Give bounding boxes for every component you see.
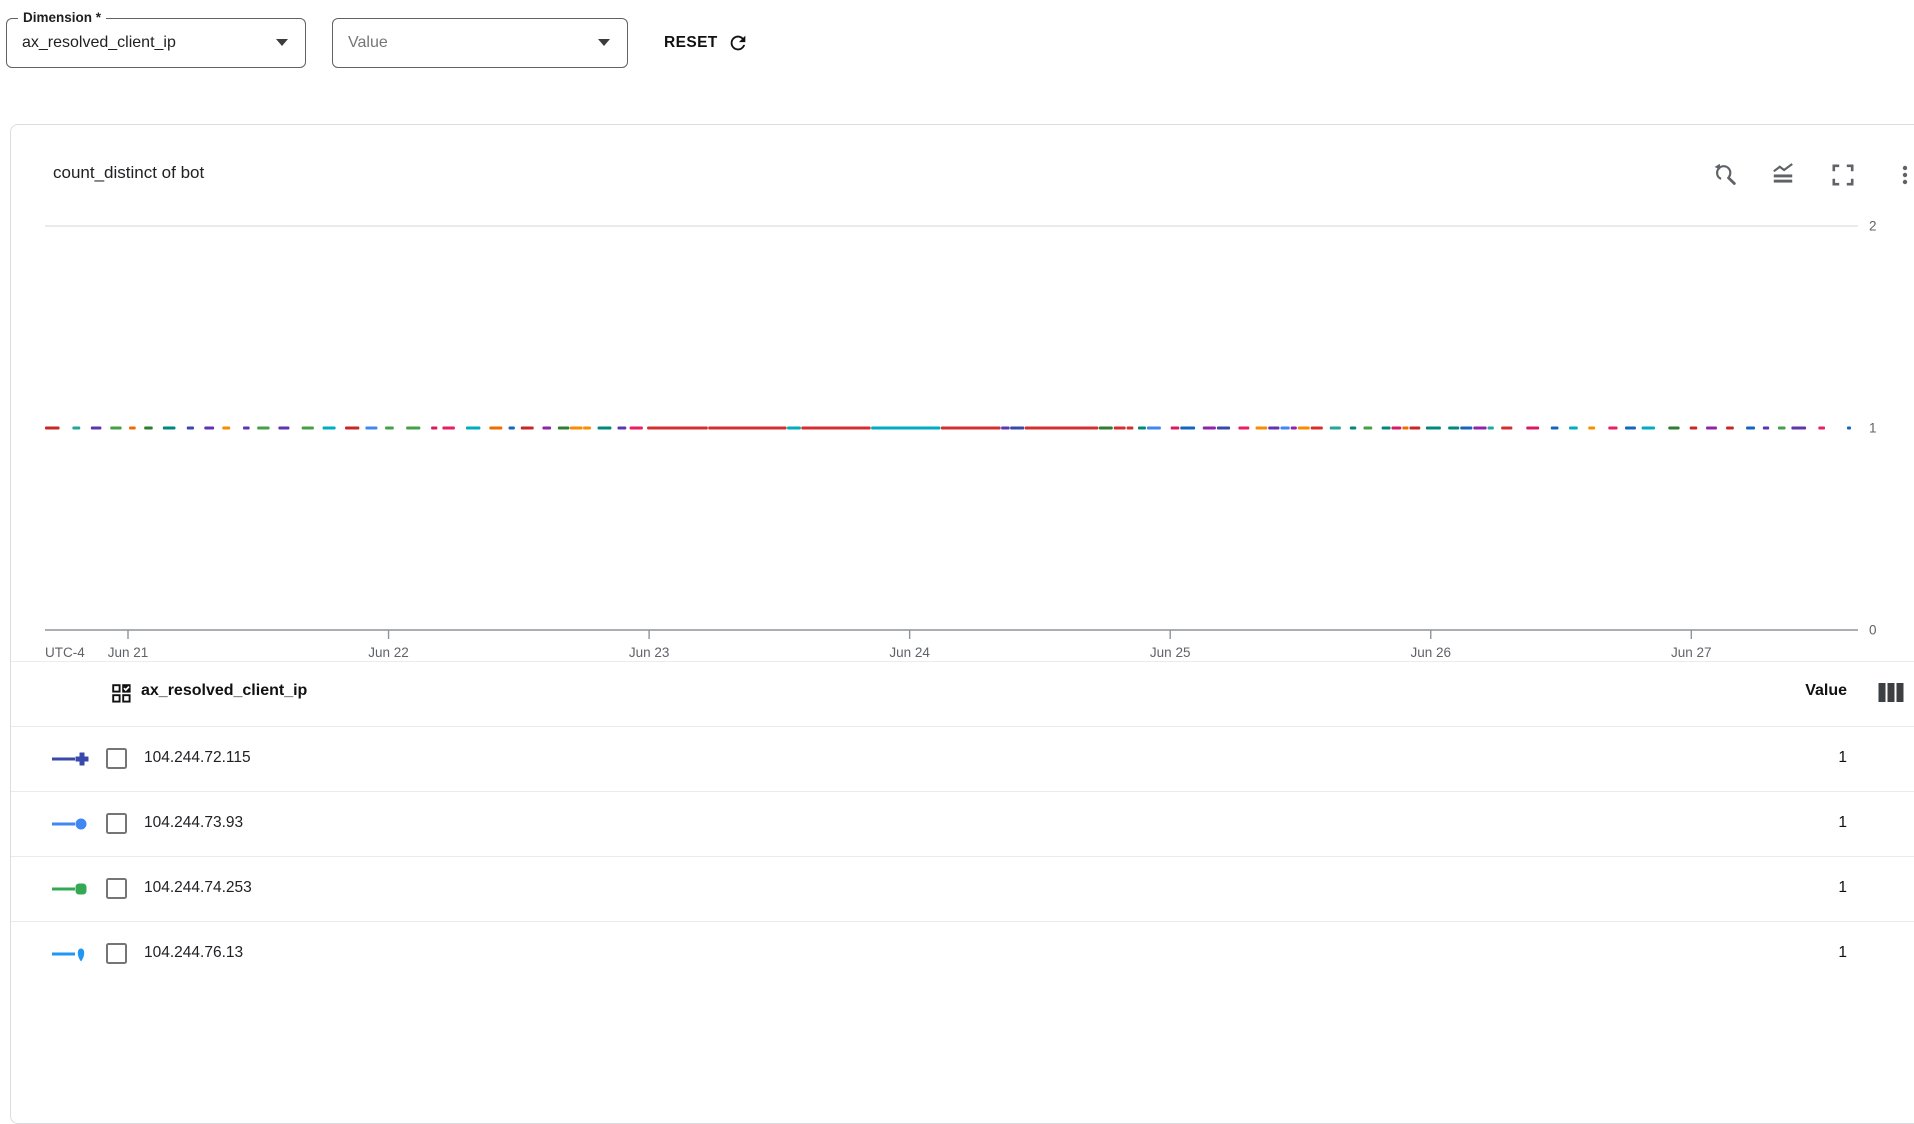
- svg-text:0: 0: [1869, 623, 1877, 638]
- row-metric-value: 1: [1711, 879, 1847, 897]
- columns-icon[interactable]: [1878, 682, 1904, 704]
- table-header: ax_resolved_client_ip Value: [11, 662, 1914, 726]
- row-metric-value: 1: [1711, 749, 1847, 767]
- svg-text:Jun 24: Jun 24: [889, 645, 930, 660]
- table-row[interactable]: 104.244.73.93 1: [11, 791, 1914, 856]
- time-series-chart[interactable]: Jun 21 Jun 22 Jun 23 Jun 24 Jun 25 Jun 26 Jun …: [11, 125, 1914, 685]
- chevron-down-icon: [276, 39, 288, 46]
- table-row[interactable]: 104.244.74.253 1: [11, 856, 1914, 921]
- row-dimension-value: 104.244.74.253: [144, 879, 252, 897]
- dimension-column-header: ax_resolved_client_ip: [141, 682, 307, 700]
- table-row[interactable]: 104.244.72.115 1: [11, 726, 1914, 791]
- row-dimension-value: 104.244.76.13: [144, 944, 243, 962]
- row-checkbox[interactable]: [106, 878, 127, 899]
- dimension-select-value: ax_resolved_client_ip: [22, 19, 176, 66]
- svg-text:Jun 21: Jun 21: [108, 645, 149, 660]
- reset-button-label: RESET: [664, 34, 718, 52]
- svg-text:2: 2: [1869, 219, 1877, 234]
- series-marker-icon: [51, 880, 91, 898]
- svg-text:UTC-4: UTC-4: [45, 645, 85, 660]
- row-dimension-value: 104.244.73.93: [144, 814, 243, 832]
- dimension-select[interactable]: Dimension * ax_resolved_client_ip: [6, 18, 306, 68]
- series-marker-icon: [51, 815, 91, 833]
- svg-text:Jun 26: Jun 26: [1410, 645, 1451, 660]
- reset-button[interactable]: RESET: [664, 23, 749, 63]
- table-row[interactable]: 104.244.76.13 1: [11, 921, 1914, 986]
- svg-text:Jun 25: Jun 25: [1150, 645, 1191, 660]
- row-dimension-value: 104.244.72.115: [144, 749, 251, 767]
- row-checkbox[interactable]: [106, 748, 127, 769]
- svg-text:Jun 22: Jun 22: [368, 645, 409, 660]
- series-marker-icon: [51, 945, 91, 963]
- row-metric-value: 1: [1711, 944, 1847, 962]
- row-checkbox[interactable]: [106, 813, 127, 834]
- value-select[interactable]: Value: [332, 18, 628, 68]
- series-marker-icon: [51, 750, 91, 768]
- svg-text:Jun 23: Jun 23: [629, 645, 670, 660]
- chart-card: count_distinct of bot Jun 21Jun 22Jun 23…: [10, 124, 1914, 1124]
- svg-text:1: 1: [1869, 421, 1877, 436]
- row-checkbox[interactable]: [106, 943, 127, 964]
- value-select-placeholder: Value: [348, 19, 388, 66]
- row-metric-value: 1: [1711, 814, 1847, 832]
- multi-select-grid-icon[interactable]: [112, 684, 131, 703]
- chevron-down-icon: [598, 39, 610, 46]
- refresh-icon: [727, 32, 749, 54]
- svg-text:Jun 27: Jun 27: [1671, 645, 1712, 660]
- value-column-header: Value: [1711, 682, 1847, 700]
